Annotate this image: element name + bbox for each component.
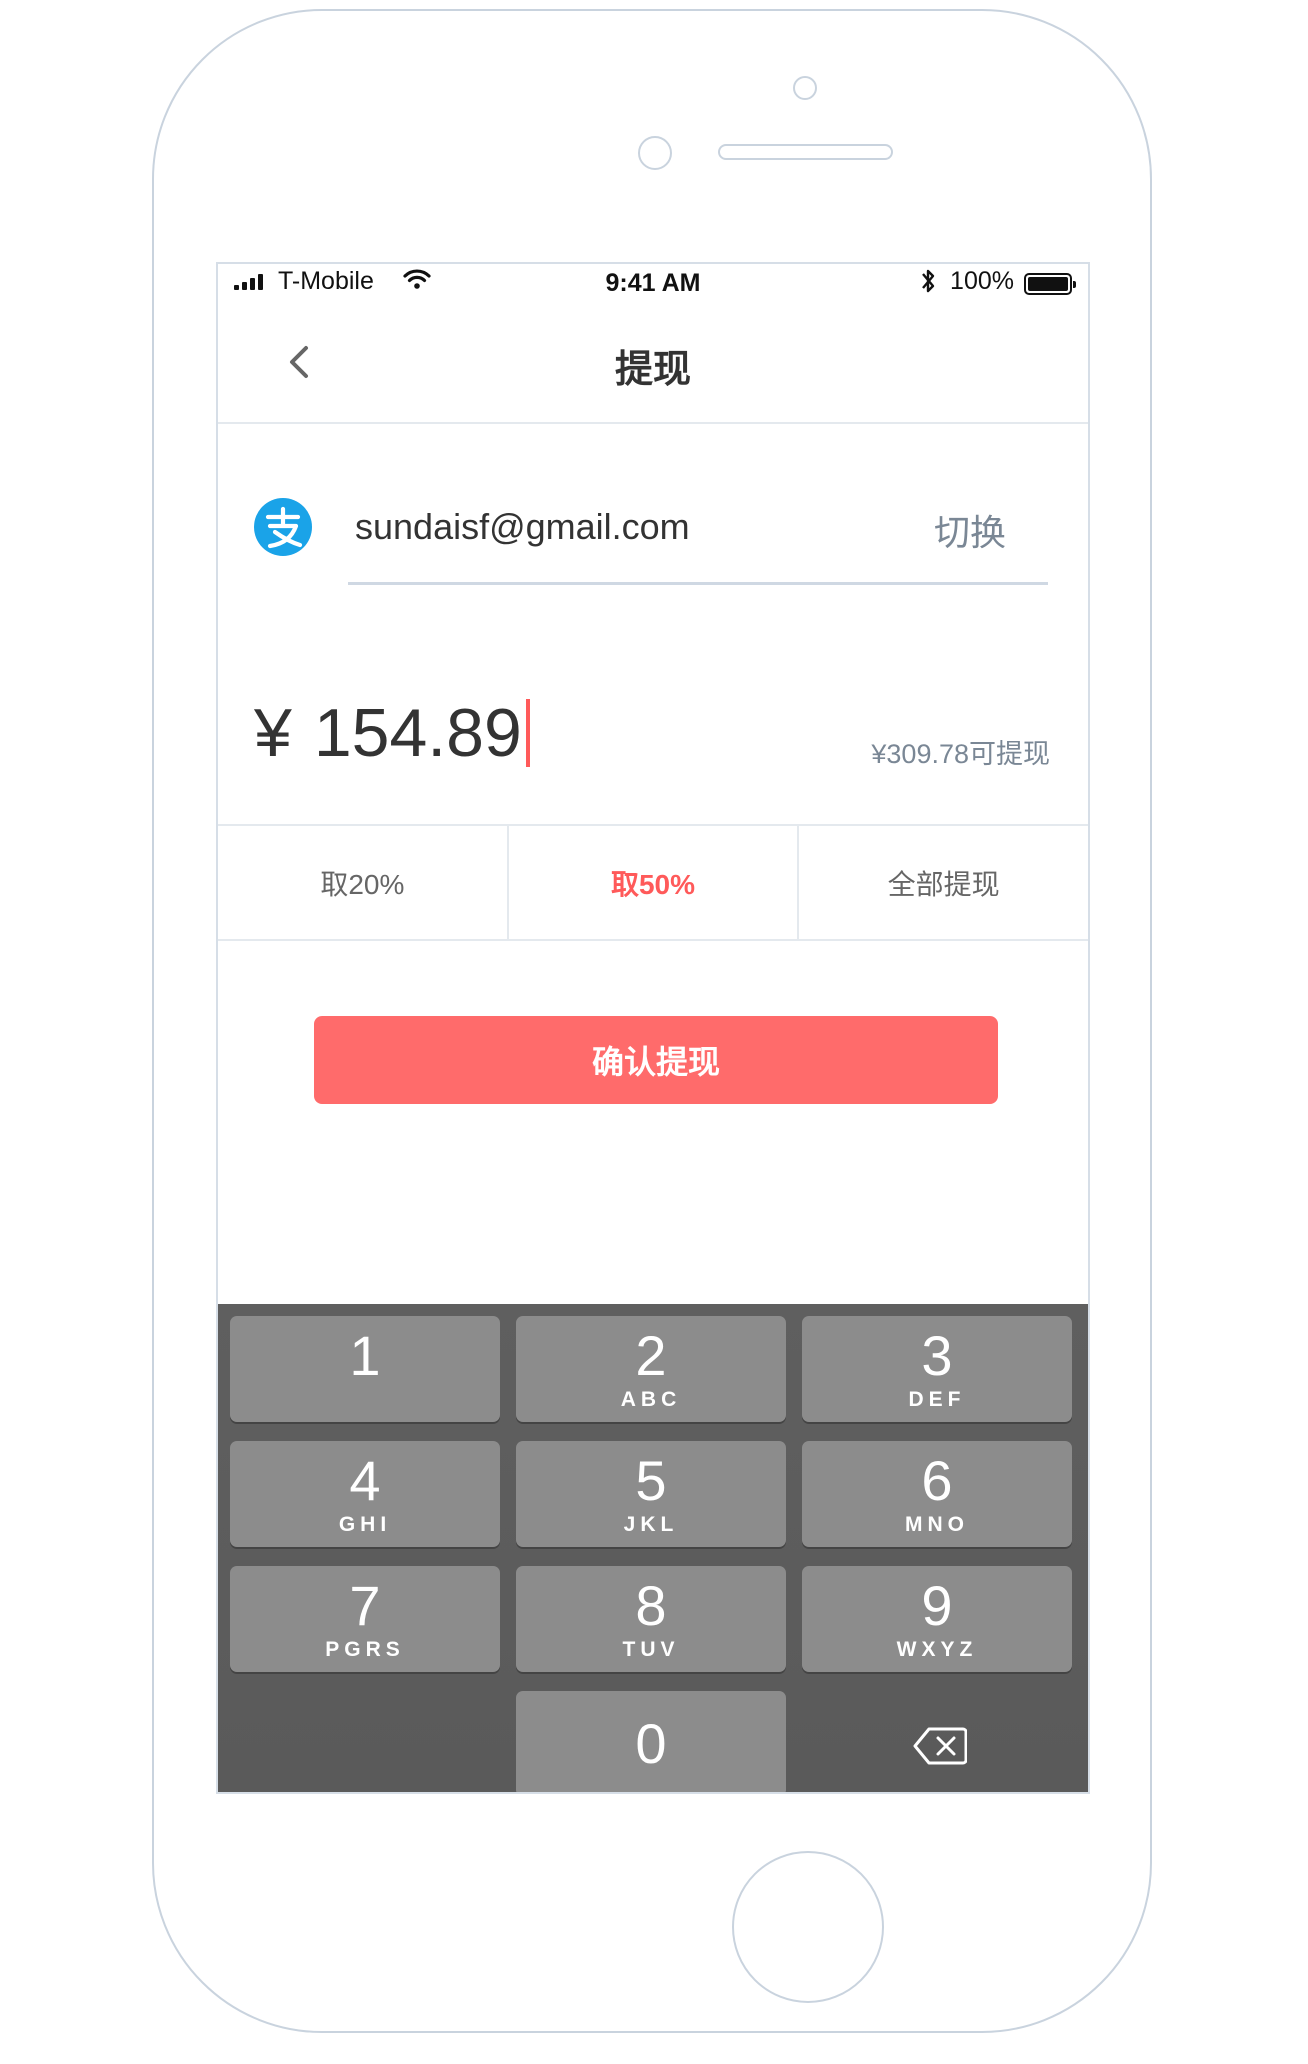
key-letters: TUV bbox=[622, 1638, 680, 1661]
key-letters: ABC bbox=[620, 1388, 682, 1411]
amount-value: 154.89 bbox=[313, 695, 522, 771]
key-5[interactable]: 5 JKL bbox=[516, 1441, 786, 1547]
currency-symbol: ¥ bbox=[254, 695, 292, 771]
key-2[interactable]: 2 ABC bbox=[516, 1316, 786, 1422]
available-balance: ¥309.78可提现 bbox=[871, 739, 1050, 769]
backspace-icon[interactable] bbox=[913, 1727, 967, 1765]
key-number: 2 bbox=[635, 1324, 667, 1387]
key-0[interactable]: 0 bbox=[516, 1691, 786, 1792]
quick-amount-options: 取20% 取50% 全部提现 bbox=[218, 824, 1088, 941]
screen: T-Mobile 9:41 AM 100% 提现 sundaisf@gmail.… bbox=[216, 262, 1090, 1794]
key-letters: PGRS bbox=[325, 1638, 405, 1661]
key-letters: GHI bbox=[338, 1513, 392, 1536]
account-email: sundaisf@gmail.com bbox=[355, 506, 690, 547]
option-withdraw-all[interactable]: 全部提现 bbox=[799, 826, 1088, 939]
account-underline bbox=[348, 582, 1048, 585]
amount-input[interactable]: ¥ 154.89 bbox=[254, 694, 530, 772]
key-number: 3 bbox=[921, 1324, 953, 1387]
proximity-sensor bbox=[793, 76, 817, 100]
key-number: 6 bbox=[921, 1449, 953, 1512]
amount-row: ¥ 154.89 ¥309.78可提现 bbox=[218, 694, 1088, 814]
key-number: 9 bbox=[921, 1574, 953, 1637]
confirm-withdraw-button[interactable]: 确认提现 bbox=[314, 1016, 998, 1104]
option-20-percent[interactable]: 取20% bbox=[218, 826, 509, 939]
text-caret bbox=[525, 699, 530, 767]
key-letters: MNO bbox=[905, 1513, 969, 1536]
front-camera bbox=[638, 136, 672, 170]
home-button[interactable] bbox=[732, 1851, 884, 2003]
bluetooth-icon bbox=[922, 269, 935, 293]
key-letters: JKL bbox=[623, 1513, 679, 1536]
key-3[interactable]: 3 DEF bbox=[802, 1316, 1072, 1422]
key-letters: WXYZ bbox=[896, 1638, 978, 1661]
key-4[interactable]: 4 GHI bbox=[230, 1441, 500, 1547]
key-number: 0 bbox=[635, 1712, 667, 1775]
status-bar: T-Mobile 9:41 AM 100% bbox=[218, 264, 1088, 300]
battery-percent: 100% bbox=[950, 267, 1014, 295]
key-number: 4 bbox=[349, 1449, 381, 1512]
key-8[interactable]: 8 TUV bbox=[516, 1566, 786, 1672]
key-letters: DEF bbox=[908, 1388, 966, 1411]
battery-icon bbox=[1024, 273, 1076, 295]
navigation-bar: 提现 bbox=[218, 300, 1088, 424]
key-number: 8 bbox=[635, 1574, 667, 1637]
option-50-percent[interactable]: 取50% bbox=[509, 826, 800, 939]
withdraw-account-row[interactable]: sundaisf@gmail.com 切换 bbox=[218, 488, 1088, 598]
page-title: 提现 bbox=[614, 349, 691, 391]
alipay-icon bbox=[254, 498, 312, 556]
numeric-keypad: 1 2 ABC 3 DEF 4 GHI 5 JKL 6 MNO 7 PGRS 8… bbox=[218, 1304, 1088, 1792]
key-1[interactable]: 1 bbox=[230, 1316, 500, 1422]
key-7[interactable]: 7 PGRS bbox=[230, 1566, 500, 1672]
key-number: 7 bbox=[349, 1574, 381, 1637]
switch-account-link[interactable]: 切换 bbox=[934, 504, 1006, 556]
key-6[interactable]: 6 MNO bbox=[802, 1441, 1072, 1547]
earpiece-speaker bbox=[718, 144, 893, 160]
key-number: 1 bbox=[349, 1324, 381, 1387]
key-9[interactable]: 9 WXYZ bbox=[802, 1566, 1072, 1672]
key-number: 5 bbox=[635, 1449, 667, 1512]
